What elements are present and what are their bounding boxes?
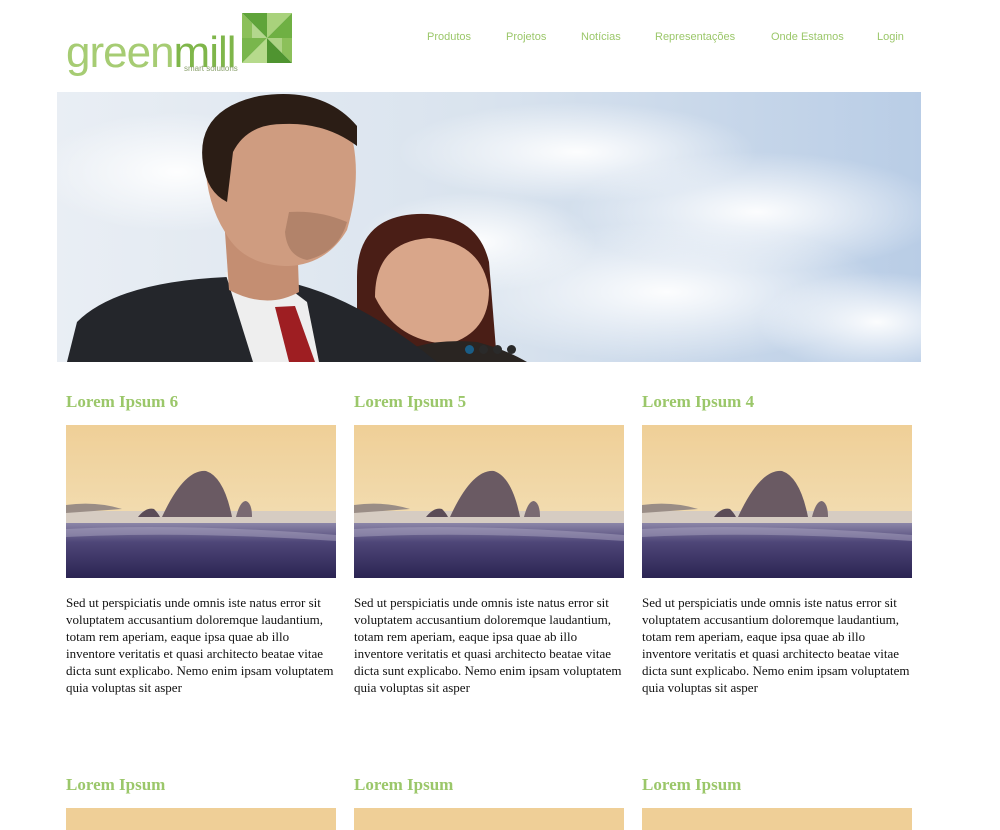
- nav-item-representacoes[interactable]: Representações: [655, 30, 735, 44]
- nav-item-produtos[interactable]: Produtos: [427, 30, 471, 44]
- beach-rock-image: [642, 425, 912, 578]
- news-card: Lorem Ipsum: [66, 775, 336, 830]
- card-text: Sed ut perspiciatis unde omnis iste natu…: [642, 595, 910, 695]
- slider-dot-2[interactable]: [479, 345, 488, 354]
- card-text: Sed ut perspiciatis unde omnis iste natu…: [66, 595, 334, 695]
- main-nav: Produtos Projetos Notícias Representaçõe…: [0, 30, 1000, 44]
- slider-dot-4[interactable]: [507, 345, 516, 354]
- nav-item-noticias[interactable]: Notícias: [581, 30, 621, 44]
- card-title[interactable]: Lorem Ipsum: [642, 775, 741, 795]
- card-title[interactable]: Lorem Ipsum 5: [354, 392, 466, 412]
- card-title[interactable]: Lorem Ipsum: [66, 775, 165, 795]
- card-title[interactable]: Lorem Ipsum: [354, 775, 453, 795]
- card-image[interactable]: [354, 425, 624, 578]
- card-image[interactable]: [66, 808, 336, 830]
- slider-dot-3[interactable]: [493, 345, 502, 354]
- hero-slider[interactable]: [57, 92, 921, 362]
- news-card: Lorem Ipsum 6 Sed ut perspiciatis unde o…: [66, 392, 336, 722]
- card-image[interactable]: [642, 425, 912, 578]
- nav-item-login[interactable]: Login: [877, 30, 904, 44]
- logo-tagline: smart solutions: [184, 64, 238, 73]
- beach-rock-image: [66, 425, 336, 578]
- nav-item-onde-estamos[interactable]: Onde Estamos: [771, 30, 844, 44]
- news-card: Lorem Ipsum 5 Sed ut perspiciatis unde o…: [354, 392, 624, 722]
- news-card: Lorem Ipsum: [642, 775, 912, 830]
- beach-rock-image: [354, 425, 624, 578]
- card-title[interactable]: Lorem Ipsum 4: [642, 392, 754, 412]
- card-image[interactable]: [354, 808, 624, 830]
- card-image[interactable]: [66, 425, 336, 578]
- beach-rock-image: [354, 808, 624, 830]
- hero-image: [57, 92, 921, 362]
- news-card: Lorem Ipsum 4 Sed ut perspiciatis unde o…: [642, 392, 912, 722]
- beach-rock-image: [642, 808, 912, 830]
- card-title[interactable]: Lorem Ipsum 6: [66, 392, 178, 412]
- site-header: greenmill smart solutions Produtos Proje…: [0, 0, 1000, 92]
- slider-dot-1[interactable]: [465, 345, 474, 354]
- news-card: Lorem Ipsum: [354, 775, 624, 830]
- greenmill-logo[interactable]: greenmill smart solutions: [66, 13, 296, 75]
- beach-rock-image: [66, 808, 336, 830]
- card-image[interactable]: [642, 808, 912, 830]
- nav-item-projetos[interactable]: Projetos: [506, 30, 546, 44]
- card-text: Sed ut perspiciatis unde omnis iste natu…: [354, 595, 622, 695]
